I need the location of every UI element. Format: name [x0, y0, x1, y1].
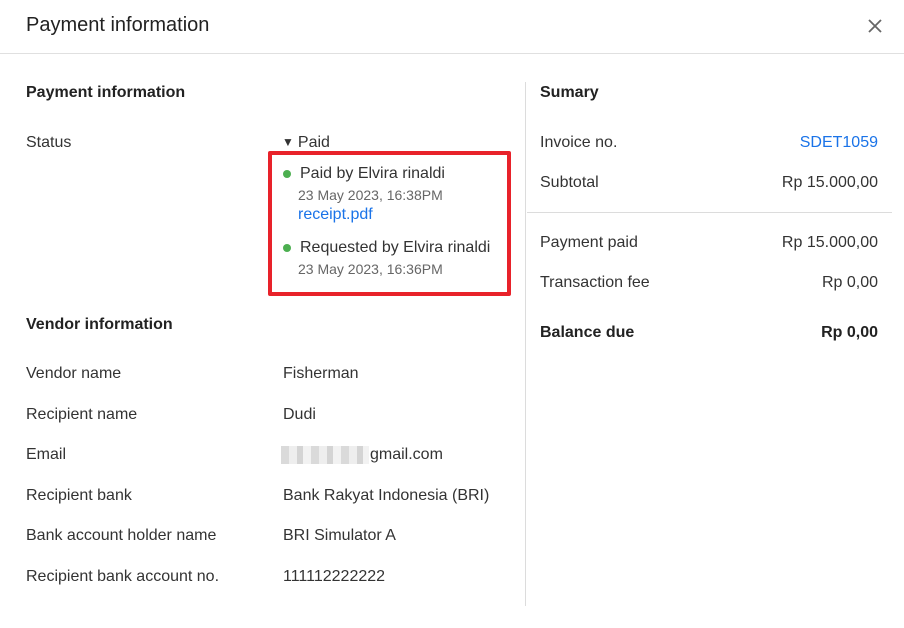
balance-due-value: Rp 0,00	[821, 324, 878, 341]
subtotal-label: Subtotal	[540, 174, 599, 191]
caret-down-icon: ▼	[282, 135, 294, 149]
vendor-name-label: Vendor name	[26, 365, 122, 382]
recipient-bank-label: Recipient bank	[26, 487, 132, 504]
close-icon	[868, 19, 882, 33]
email-redacted	[281, 446, 369, 464]
vendor-name-value: Fisherman	[283, 365, 359, 382]
summary-divider	[527, 212, 892, 213]
status-dropdown[interactable]: ▼ Paid	[282, 134, 330, 152]
balance-due-label: Balance due	[540, 324, 635, 341]
payment-paid-label: Payment paid	[540, 234, 638, 251]
recipient-name-label: Recipient name	[26, 406, 138, 423]
account-number-value: 111112222222	[283, 568, 386, 585]
subtotal-value: Rp 15.000,00	[781, 174, 878, 191]
receipt-link[interactable]: receipt.pdf	[298, 206, 373, 224]
dialog-title: Payment information	[26, 14, 210, 36]
invoice-link[interactable]: SDET1059	[800, 134, 878, 152]
payment-section-title: Payment information	[26, 84, 186, 101]
recipient-bank-value: Bank Rakyat Indonesia (BRI)	[283, 487, 490, 504]
email-label: Email	[26, 446, 67, 463]
status-label: Status	[26, 134, 72, 151]
account-holder-label: Bank account holder name	[26, 527, 217, 544]
account-holder-value: BRI Simulator A	[283, 527, 396, 544]
transaction-fee-label: Transaction fee	[540, 274, 650, 291]
status-value: Paid	[297, 134, 330, 151]
status-dot-icon	[283, 170, 291, 178]
recipient-name-value: Dudi	[283, 406, 316, 423]
email-value: gmail.com	[370, 446, 443, 463]
column-divider	[525, 82, 526, 606]
vendor-section-title: Vendor information	[26, 316, 173, 333]
close-button[interactable]	[862, 12, 888, 40]
transaction-fee-value: Rp 0,00	[821, 274, 878, 291]
event-paid-title: Paid by Elvira rinaldi	[300, 165, 445, 182]
event-paid-time: 23 May 2023, 16:38PM	[298, 187, 443, 203]
payment-paid-value: Rp 15.000,00	[781, 234, 878, 251]
account-number-label: Recipient bank account no.	[26, 568, 220, 585]
event-requested-time: 23 May 2023, 16:36PM	[298, 261, 443, 277]
event-requested-title: Requested by Elvira rinaldi	[300, 239, 491, 256]
status-dot-icon	[283, 244, 291, 252]
summary-section-title: Sumary	[540, 84, 599, 101]
invoice-label: Invoice no.	[540, 134, 618, 151]
dialog-header: Payment information	[0, 0, 904, 54]
